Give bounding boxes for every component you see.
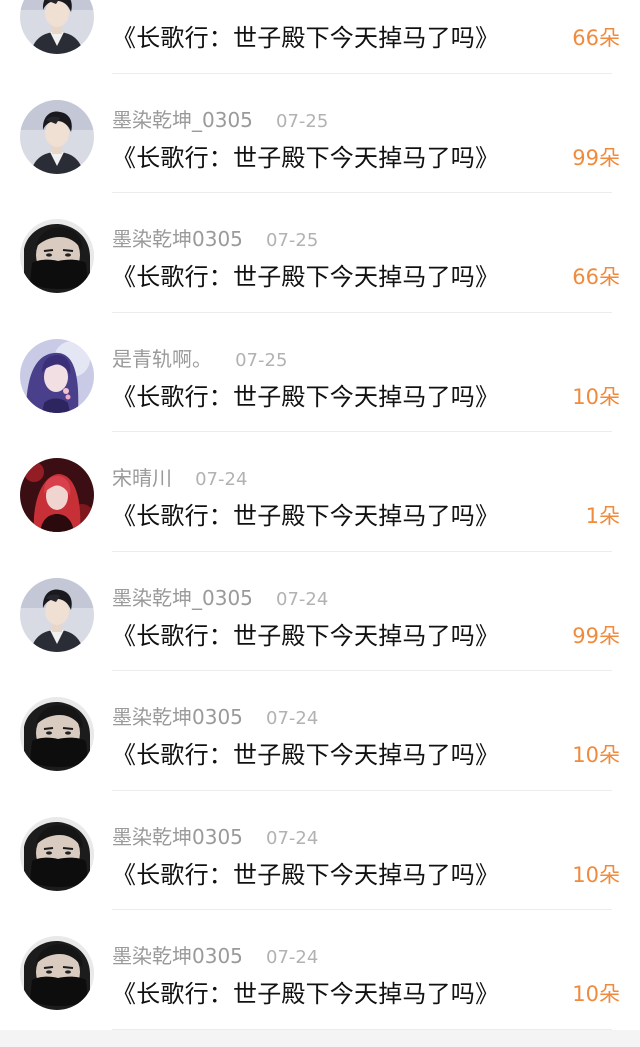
username[interactable]: 墨染乾坤0305 [112, 705, 243, 729]
username[interactable]: 墨染乾坤0305 [112, 227, 243, 251]
gift-record-list: 《长歌行：世子殿下今天掉马了吗》 66朵 墨染乾坤_0305 07-25 《长歌… [0, 0, 640, 1030]
guqian-suit-avatar-image [20, 0, 94, 54]
book-title[interactable]: 《长歌行：世子殿下今天掉马了吗》 [112, 500, 499, 532]
masked-man-avatar-image [20, 936, 94, 1010]
item-meta: 宋晴川 07-24 [112, 465, 247, 491]
post-date: 07-24 [266, 947, 319, 968]
post-date: 07-24 [266, 708, 319, 729]
list-item[interactable]: 宋晴川 07-24 《长歌行：世子殿下今天掉马了吗》 1朵 [0, 432, 640, 552]
avatar[interactable] [20, 219, 94, 293]
book-title[interactable]: 《长歌行：世子殿下今天掉马了吗》 [112, 22, 499, 54]
post-date: 07-24 [266, 827, 319, 849]
flower-count: 10朵 [572, 384, 620, 409]
list-item[interactable]: 墨染乾坤0305 07-24 《长歌行：世子殿下今天掉马了吗》 10朵 [0, 671, 640, 791]
item-meta: 墨染乾坤0305 07-24 [112, 943, 318, 969]
avatar[interactable] [20, 817, 94, 891]
avatar[interactable] [20, 458, 94, 532]
flower-count: 99朵 [572, 145, 620, 170]
username[interactable]: 宋晴川 [112, 466, 172, 490]
red-light-avatar-image [20, 458, 94, 532]
avatar[interactable] [20, 936, 94, 1010]
post-date: 07-25 [266, 230, 319, 251]
post-date: 07-24 [276, 588, 329, 610]
username[interactable]: 墨染乾坤0305 [112, 944, 243, 968]
divider [112, 1028, 612, 1030]
username[interactable]: 墨染乾坤0305 [112, 825, 243, 849]
masked-man-avatar-image [20, 817, 94, 891]
item-meta: 墨染乾坤0305 07-25 [112, 226, 318, 252]
username[interactable]: 墨染乾坤_0305 [112, 108, 253, 132]
item-meta: 墨染乾坤0305 07-24 [112, 704, 318, 730]
post-date: 07-25 [276, 110, 329, 132]
list-item[interactable]: 墨染乾坤_0305 07-24 《长歌行：世子殿下今天掉马了吗》 99朵 [0, 552, 640, 671]
book-title[interactable]: 《长歌行：世子殿下今天掉马了吗》 [112, 739, 499, 771]
list-item[interactable]: 墨染乾坤0305 07-24 《长歌行：世子殿下今天掉马了吗》 10朵 [0, 791, 640, 910]
flower-count: 10朵 [572, 862, 620, 887]
item-meta: 是青轨啊。 07-25 [112, 346, 287, 372]
book-title[interactable]: 《长歌行：世子殿下今天掉马了吗》 [112, 142, 499, 174]
item-meta: 墨染乾坤_0305 07-25 [112, 107, 328, 133]
flower-count: 66朵 [572, 26, 620, 50]
flower-count: 1朵 [585, 504, 620, 528]
list-item[interactable]: 是青轨啊。 07-25 《长歌行：世子殿下今天掉马了吗》 10朵 [0, 313, 640, 432]
flower-count: 66朵 [572, 265, 620, 289]
guqian-suit-avatar-image [20, 100, 94, 174]
flower-count: 99朵 [572, 623, 620, 648]
list-item[interactable]: 墨染乾坤_0305 07-25 《长歌行：世子殿下今天掉马了吗》 99朵 [0, 74, 640, 193]
book-title[interactable]: 《长歌行：世子殿下今天掉马了吗》 [112, 620, 499, 652]
item-meta: 墨染乾坤0305 07-24 [112, 824, 318, 850]
guqian-suit-avatar-image [20, 578, 94, 652]
post-date: 07-24 [195, 469, 248, 490]
list-item[interactable]: 墨染乾坤0305 07-25 《长歌行：世子殿下今天掉马了吗》 66朵 [0, 193, 640, 313]
avatar[interactable] [20, 697, 94, 771]
avatar[interactable] [20, 578, 94, 652]
masked-man-avatar-image [20, 697, 94, 771]
post-date: 07-25 [235, 349, 288, 371]
username[interactable]: 墨染乾坤_0305 [112, 586, 253, 610]
avatar[interactable] [20, 339, 94, 413]
book-title[interactable]: 《长歌行：世子殿下今天掉马了吗》 [112, 859, 499, 891]
book-title[interactable]: 《长歌行：世子殿下今天掉马了吗》 [112, 978, 499, 1010]
avatar[interactable] [20, 0, 94, 54]
book-title[interactable]: 《长歌行：世子殿下今天掉马了吗》 [112, 381, 499, 413]
book-title[interactable]: 《长歌行：世子殿下今天掉马了吗》 [112, 261, 499, 293]
item-meta: 墨染乾坤_0305 07-24 [112, 585, 328, 611]
list-item[interactable]: 墨染乾坤0305 07-24 《长歌行：世子殿下今天掉马了吗》 10朵 [0, 910, 640, 1030]
masked-man-avatar-image [20, 219, 94, 293]
item-meta [112, 0, 130, 13]
avatar[interactable] [20, 100, 94, 174]
flower-count: 10朵 [572, 743, 620, 767]
flower-count: 10朵 [572, 982, 620, 1006]
purple-hair-avatar-image [20, 339, 94, 413]
list-item[interactable]: 《长歌行：世子殿下今天掉马了吗》 66朵 [0, 0, 640, 74]
username[interactable]: 是青轨啊。 [112, 347, 212, 371]
